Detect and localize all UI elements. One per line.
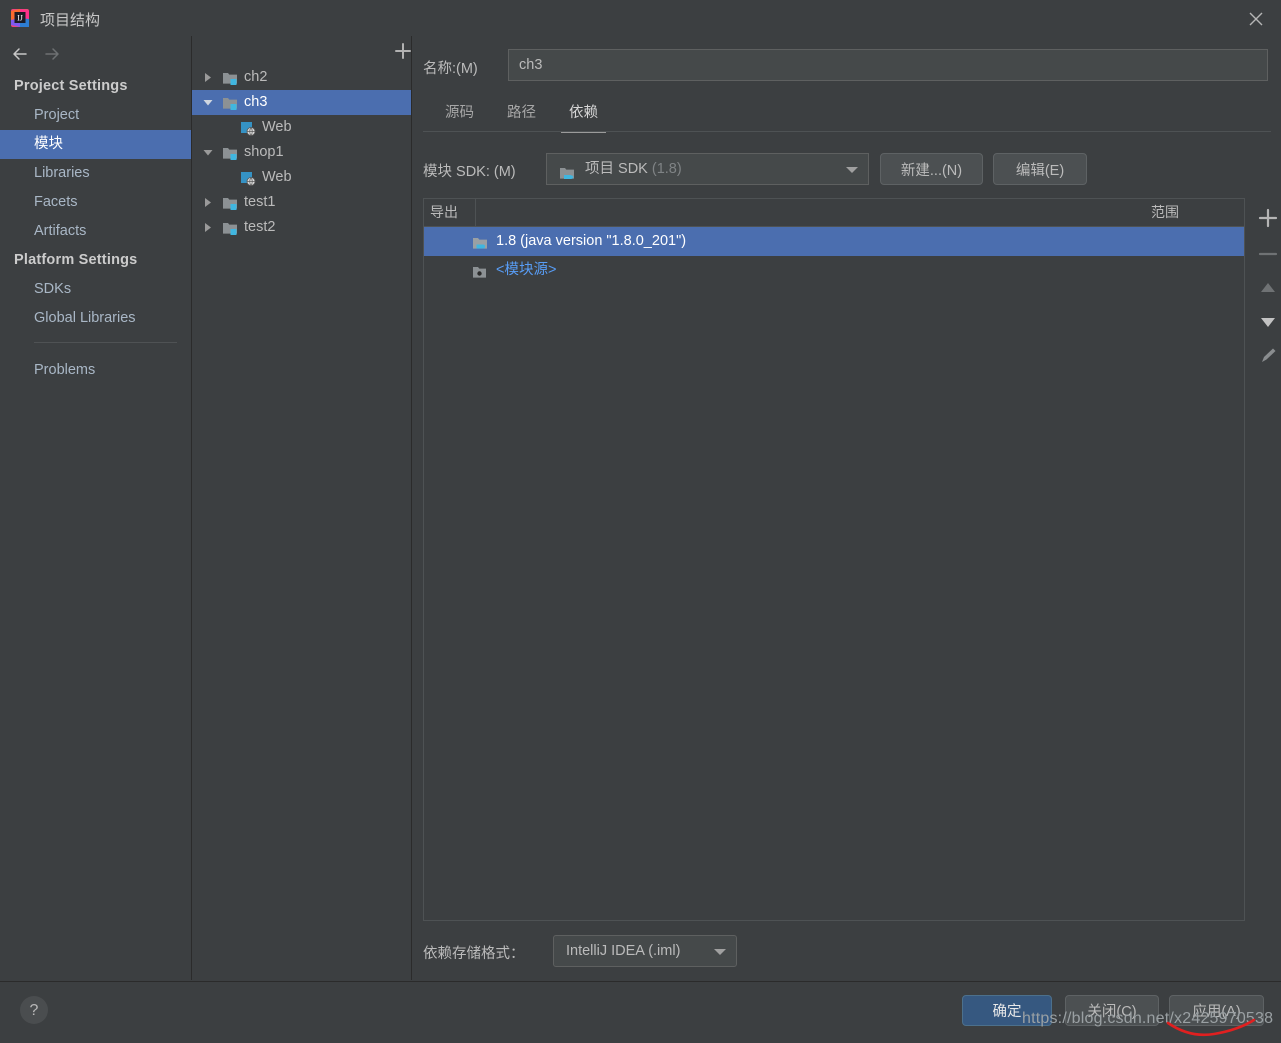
tree-row-ch3-web[interactable]: Web — [192, 115, 411, 140]
sidebar-item-global-libraries[interactable]: Global Libraries — [0, 304, 191, 333]
dependency-name: <模块源> — [496, 262, 557, 278]
tree-row-label: test1 — [244, 194, 276, 210]
tree-row-test1[interactable]: test1 — [192, 190, 411, 215]
cancel-button[interactable]: 关闭(C) — [1065, 995, 1159, 1026]
settings-nav-list: Project Settings Project 模块 Libraries Fa… — [0, 72, 191, 385]
tab-paths[interactable]: 路径 — [499, 98, 544, 131]
module-sdk-value-version: (1.8) — [651, 161, 682, 177]
module-detail-pane: 名称:(M) 源码 路径 依赖 模块 SDK: (M) 项目 SDK (1.8) — [412, 36, 1281, 980]
settings-sidebar: Project Settings Project 模块 Libraries Fa… — [0, 36, 192, 980]
sidebar-navigation — [0, 36, 191, 72]
tree-row-ch2[interactable]: ch2 — [192, 65, 411, 90]
column-header-export[interactable]: 导出 — [424, 199, 476, 226]
tree-row-label: Web — [262, 119, 292, 135]
nav-group-project-settings: Project Settings — [14, 78, 128, 94]
module-name-input[interactable] — [508, 49, 1268, 81]
chevron-right-icon[interactable] — [200, 190, 216, 215]
module-name-row: 名称:(M) — [423, 49, 1271, 85]
tree-row-label: ch2 — [244, 69, 268, 85]
dialog-footer: ? 确定 关闭(C) 应用(A) — [0, 981, 1281, 1043]
dependency-storage-dropdown[interactable]: IntelliJ IDEA (.iml) — [553, 935, 737, 967]
intellij-idea-logo-icon: IJ — [10, 8, 30, 28]
tree-row-test2[interactable]: test2 — [192, 215, 411, 240]
sidebar-item-modules[interactable]: 模块 — [0, 130, 191, 159]
ok-button[interactable]: 确定 — [962, 995, 1052, 1026]
module-source-icon — [472, 262, 489, 291]
column-header-scope[interactable]: 范围 — [1145, 199, 1244, 226]
module-sdk-value-text: 项目 SDK — [585, 161, 648, 177]
dependency-storage-row: 依赖存储格式： IntelliJ IDEA (.iml) — [423, 935, 1271, 967]
sidebar-item-sdks[interactable]: SDKs — [0, 275, 191, 304]
chevron-down-icon[interactable] — [200, 90, 216, 115]
tree-row-shop1-web[interactable]: Web — [192, 165, 411, 190]
dependency-storage-label: 依赖存储格式： — [423, 946, 525, 962]
sidebar-item-libraries[interactable]: Libraries — [0, 159, 191, 188]
svg-text:IJ: IJ — [17, 14, 23, 23]
nav-group-platform-settings: Platform Settings — [14, 252, 138, 268]
tree-row-label: Web — [262, 169, 292, 185]
apply-button[interactable]: 应用(A) — [1169, 995, 1264, 1026]
tree-row-ch3[interactable]: ch3 — [192, 90, 411, 115]
tree-row-label: ch3 — [244, 94, 268, 110]
new-sdk-button[interactable]: 新建...(N) — [880, 153, 983, 185]
table-row[interactable]: <模块源> — [424, 256, 1244, 285]
sidebar-divider — [34, 342, 177, 343]
chevron-right-icon[interactable] — [200, 65, 216, 90]
tree-row-label: shop1 — [244, 144, 284, 160]
help-icon[interactable]: ? — [20, 996, 48, 1024]
table-row[interactable]: 1.8 (java version "1.8.0_201") — [424, 227, 1244, 256]
arrow-right-icon[interactable] — [40, 42, 66, 66]
tab-sources[interactable]: 源码 — [437, 98, 482, 131]
modules-tree-panel: ch2 ch3 Web shop1 Web test1 test2 — [192, 36, 475, 980]
module-tabs: 源码 路径 依赖 — [423, 98, 1271, 134]
arrow-left-icon[interactable] — [8, 42, 34, 66]
arrow-down-icon[interactable] — [1254, 308, 1281, 336]
arrow-up-icon[interactable] — [1254, 274, 1281, 302]
modules-tree: ch2 ch3 Web shop1 Web test1 test2 — [192, 65, 411, 240]
module-sdk-dropdown[interactable]: 项目 SDK (1.8) — [546, 153, 869, 185]
dependencies-area: 导出 范围 1.8 (java version "1.8.0_201") <模块… — [423, 198, 1278, 921]
module-sdk-value: 项目 SDK (1.8) — [585, 154, 682, 184]
minus-icon[interactable] — [1254, 240, 1281, 268]
tree-row-shop1[interactable]: shop1 — [192, 140, 411, 165]
chevron-down-icon[interactable] — [200, 140, 216, 165]
tabs-divider — [423, 131, 1271, 132]
chevron-down-icon — [714, 949, 726, 955]
dialog-title-bar: IJ 项目结构 — [0, 0, 1281, 36]
dependencies-table-header: 导出 范围 — [424, 199, 1244, 227]
dependency-storage-value: IntelliJ IDEA (.iml) — [566, 943, 681, 959]
close-icon[interactable] — [1245, 8, 1267, 30]
dependencies-toolbar — [1251, 198, 1281, 921]
pencil-edit-icon[interactable] — [1254, 342, 1281, 370]
module-name-label: 名称:(M) — [423, 61, 478, 77]
sidebar-item-problems[interactable]: Problems — [0, 356, 191, 385]
module-folder-icon — [222, 220, 238, 245]
modules-tree-toolbar — [192, 36, 475, 65]
sidebar-item-artifacts[interactable]: Artifacts — [0, 217, 191, 246]
dialog-title: 项目结构 — [40, 12, 101, 29]
sidebar-item-facets[interactable]: Facets — [0, 188, 191, 217]
plus-icon[interactable] — [1254, 204, 1281, 232]
edit-sdk-button[interactable]: 编辑(E) — [993, 153, 1087, 185]
jdk-icon — [559, 162, 576, 192]
tree-row-label: test2 — [244, 219, 276, 235]
dependencies-table: 导出 范围 1.8 (java version "1.8.0_201") <模块… — [423, 198, 1245, 921]
project-structure-dialog: IJ 项目结构 Project Settings Project 模块 Libr… — [0, 0, 1281, 1043]
sidebar-item-project[interactable]: Project — [0, 101, 191, 130]
chevron-right-icon[interactable] — [200, 215, 216, 240]
module-sdk-label: 模块 SDK: (M) — [423, 164, 516, 180]
tab-dependencies[interactable]: 依赖 — [561, 98, 606, 133]
dependency-name: 1.8 (java version "1.8.0_201") — [496, 233, 687, 249]
dependencies-table-body: 1.8 (java version "1.8.0_201") <模块源> — [424, 227, 1244, 285]
module-sdk-row: 模块 SDK: (M) 项目 SDK (1.8) 新建...(N) 编辑(E) — [423, 153, 1271, 185]
chevron-down-icon — [846, 167, 858, 173]
